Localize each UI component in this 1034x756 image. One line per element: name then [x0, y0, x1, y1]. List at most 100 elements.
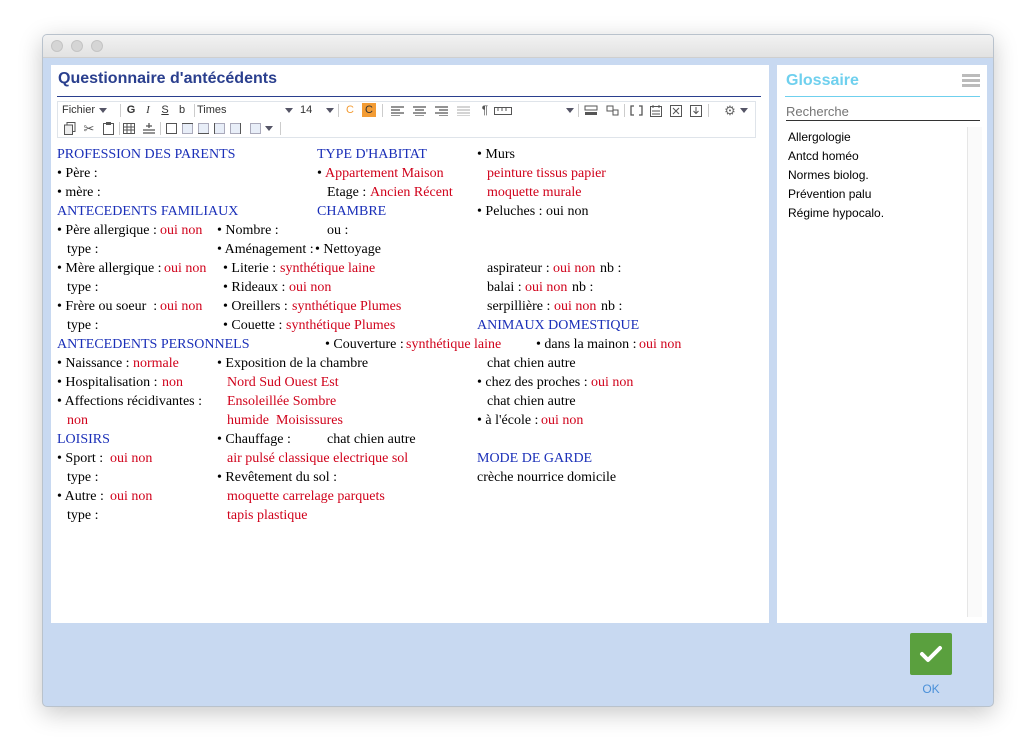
option-chauffage-type[interactable]: air pulsé classique electrique sol	[227, 449, 408, 468]
option-oui-non[interactable]: oui non	[639, 335, 681, 354]
menu-icon[interactable]	[962, 74, 980, 88]
option-orientation[interactable]: Nord Sud Ouest Est	[227, 373, 339, 392]
option-appartement-maison[interactable]: Appartement Maison	[325, 164, 444, 183]
formatting-toolbar: Fichier G I S b Times 14 C C ¶ ⚙ ✂	[57, 101, 756, 138]
toolbar-divider	[119, 122, 120, 135]
border-style-select[interactable]	[246, 121, 276, 136]
layout-icon[interactable]	[604, 103, 620, 118]
field-serpilliere: serpillière :	[487, 299, 551, 314]
option-synthetique-plumes[interactable]: synthétique Plumes	[292, 297, 401, 316]
glossary-item[interactable]: Allergologie	[788, 129, 851, 145]
option-oui-non[interactable]: oui non	[164, 259, 206, 278]
option-normale[interactable]: normale	[133, 354, 179, 373]
option-tapis-plastique[interactable]: tapis plastique	[227, 506, 308, 525]
option-ensoleillee-sombre[interactable]: Ensoleillée Sombre	[227, 392, 336, 411]
option-oui-non[interactable]: oui non	[110, 449, 152, 468]
underline-button[interactable]: S	[159, 103, 171, 118]
option-oui-non[interactable]: oui non	[160, 297, 202, 316]
settings-menu[interactable]: ⚙	[722, 103, 750, 118]
gear-icon: ⚙	[724, 103, 736, 118]
option-synthetique-laine[interactable]: synthétique laine	[406, 335, 501, 354]
chevron-down-icon	[326, 108, 334, 113]
strikethrough-button[interactable]: b	[176, 103, 188, 118]
calendar-icon[interactable]	[648, 103, 664, 118]
font-size-select[interactable]: 14	[300, 103, 334, 118]
align-right-icon[interactable]	[433, 103, 449, 118]
align-center-icon[interactable]	[411, 103, 427, 118]
glossary-search-input[interactable]	[786, 102, 980, 121]
font-family-select[interactable]: Times	[197, 103, 293, 118]
border-left-icon[interactable]	[212, 121, 226, 136]
ok-label[interactable]: OK	[910, 682, 952, 696]
document-content[interactable]: PROFESSION DES PARENTS • Père : • mère :…	[51, 145, 769, 615]
option-moquette-murale[interactable]: moquette murale	[487, 183, 581, 202]
toolbar-divider	[120, 104, 121, 117]
insert-row-icon[interactable]	[142, 121, 156, 136]
option-murs[interactable]: peinture tissus papier	[487, 164, 606, 183]
option-oui-non[interactable]: oui non	[289, 278, 331, 297]
glossary-scrollbar[interactable]	[967, 127, 982, 617]
option-revetement[interactable]: moquette carrelage parquets	[227, 487, 385, 506]
option-non[interactable]: non	[67, 411, 88, 430]
italic-button[interactable]: I	[142, 103, 154, 118]
option-synthetique-laine[interactable]: synthétique laine	[280, 259, 375, 278]
paste-icon[interactable]	[101, 121, 115, 136]
option-synthetique-plumes[interactable]: synthétique Plumes	[286, 316, 395, 335]
justify-icon[interactable]	[455, 103, 471, 118]
cut-icon[interactable]: ✂	[82, 121, 96, 136]
heading-chambre: CHAMBRE	[317, 204, 387, 219]
heading-animaux-domestique: ANIMAUX DOMESTIQUE	[477, 318, 640, 333]
bold-button[interactable]: G	[125, 103, 137, 118]
insert-field-icon[interactable]	[688, 103, 704, 118]
paragraph-icon[interactable]: ¶	[478, 103, 492, 118]
border-top-icon[interactable]	[180, 121, 194, 136]
glossary-item[interactable]: Régime hypocalo.	[788, 205, 884, 221]
table-icon[interactable]	[122, 121, 136, 136]
ok-button[interactable]	[910, 633, 952, 675]
file-menu[interactable]: Fichier	[62, 103, 108, 118]
field-murs: • Murs	[477, 147, 515, 162]
highlight-color-button[interactable]: C	[362, 103, 376, 117]
option-animaux: chat chien autre	[487, 356, 576, 371]
copy-icon[interactable]	[63, 121, 77, 136]
option-ancien-recent[interactable]: Ancien Récent	[370, 183, 453, 202]
field-oreillers: • Oreillers :	[223, 299, 288, 314]
field-hospitalisation: • Hospitalisation :	[57, 375, 158, 390]
editor-panel: Questionnaire d'antécédents Fichier G I …	[51, 65, 769, 623]
close-window-button[interactable]	[51, 40, 63, 52]
option-oui-non[interactable]: oui non	[160, 221, 202, 240]
field-pere: • Père :	[57, 166, 98, 181]
glossary-item[interactable]: Normes biolog.	[788, 167, 869, 183]
option-humide-moisissures[interactable]: humide Moisissures	[227, 411, 343, 430]
chevron-down-icon	[739, 108, 748, 113]
field-nombre: • Nombre :	[217, 223, 279, 238]
page-break-icon[interactable]	[583, 103, 599, 118]
border-right-icon[interactable]	[228, 121, 242, 136]
zoom-window-button[interactable]	[91, 40, 103, 52]
glossary-item[interactable]: Antcd homéo	[788, 148, 859, 164]
minimize-window-button[interactable]	[71, 40, 83, 52]
option-non[interactable]: non	[162, 373, 183, 392]
option-oui-non[interactable]: oui non	[554, 297, 596, 316]
field-nb: nb :	[572, 280, 594, 295]
field-mere: • mère :	[57, 185, 101, 200]
option-oui-non[interactable]: oui non	[110, 487, 152, 506]
option-oui-non[interactable]: oui non	[525, 278, 567, 297]
align-left-icon[interactable]	[389, 103, 405, 118]
border-all-icon[interactable]	[164, 121, 178, 136]
delete-box-icon[interactable]	[668, 103, 684, 118]
option-oui-non[interactable]: oui non	[541, 411, 583, 430]
option-oui-non[interactable]: oui non	[553, 259, 595, 278]
glossary-item[interactable]: Prévention palu	[788, 186, 871, 202]
ruler-select[interactable]	[494, 103, 574, 118]
toolbar-divider	[624, 104, 625, 117]
field-couette: • Couette :	[223, 318, 283, 333]
field-type: type :	[67, 508, 99, 523]
text-color-button[interactable]: C	[343, 103, 357, 118]
border-bottom-icon[interactable]	[196, 121, 210, 136]
brackets-icon[interactable]	[628, 103, 644, 118]
chevron-down-icon	[264, 126, 273, 131]
toolbar-divider	[338, 104, 339, 117]
option-oui-non[interactable]: oui non	[591, 373, 633, 392]
field-sport: • Sport :	[57, 451, 104, 466]
